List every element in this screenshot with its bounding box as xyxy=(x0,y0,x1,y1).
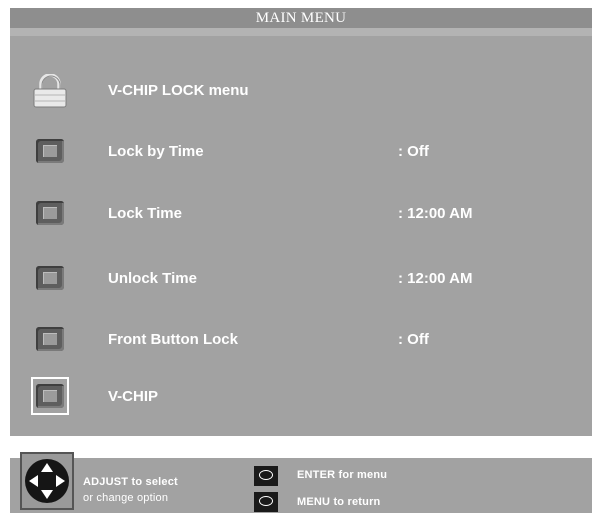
menu-help-label: MENU to return xyxy=(297,496,381,508)
square-button-icon xyxy=(32,323,68,355)
menu-item-label: V-CHIP xyxy=(108,388,159,405)
menu-button-icon xyxy=(254,492,278,512)
menu-item-v-chip[interactable]: V-CHIP xyxy=(10,372,592,422)
padlock-icon xyxy=(32,73,68,108)
menu-header-label: V-CHIP LOCK menu xyxy=(108,82,249,99)
menu-item-label: Lock Time xyxy=(108,205,182,222)
square-button-icon xyxy=(31,377,69,415)
main-menu-panel: MAIN MENU V-CHIP LOCK menu Lock by Time … xyxy=(10,8,592,516)
dpad-arrows-icon xyxy=(20,452,74,510)
menu-item-label: Unlock Time xyxy=(108,270,197,287)
menu-item-value: : 12:00 AM xyxy=(398,205,473,222)
enter-button-icon xyxy=(254,466,278,486)
bottom-edge xyxy=(0,513,597,517)
menu-item-value: : Off xyxy=(398,143,429,160)
adjust-help-line2: or change option xyxy=(83,492,169,504)
menu-item-value: : Off xyxy=(398,331,429,348)
enter-help-label: ENTER for menu xyxy=(297,469,388,481)
square-button-icon xyxy=(32,262,68,294)
menu-item-front-button-lock[interactable]: Front Button Lock : Off xyxy=(10,315,592,365)
menu-title: MAIN MENU xyxy=(10,8,592,28)
menu-item-unlock-time[interactable]: Unlock Time : 12:00 AM xyxy=(10,254,592,304)
square-button-icon xyxy=(32,197,68,229)
menu-item-lock-by-time[interactable]: Lock by Time : Off xyxy=(10,127,592,177)
square-button-icon xyxy=(32,135,68,167)
menu-item-value: : 12:00 AM xyxy=(398,270,473,287)
menu-header-row: V-CHIP LOCK menu xyxy=(10,66,592,116)
adjust-help-line1: ADJUST to select xyxy=(83,476,178,488)
divider xyxy=(10,436,592,458)
title-divider xyxy=(10,28,592,36)
menu-item-label: Front Button Lock xyxy=(108,331,238,348)
menu-item-label: Lock by Time xyxy=(108,143,204,160)
menu-item-lock-time[interactable]: Lock Time : 12:00 AM xyxy=(10,189,592,239)
